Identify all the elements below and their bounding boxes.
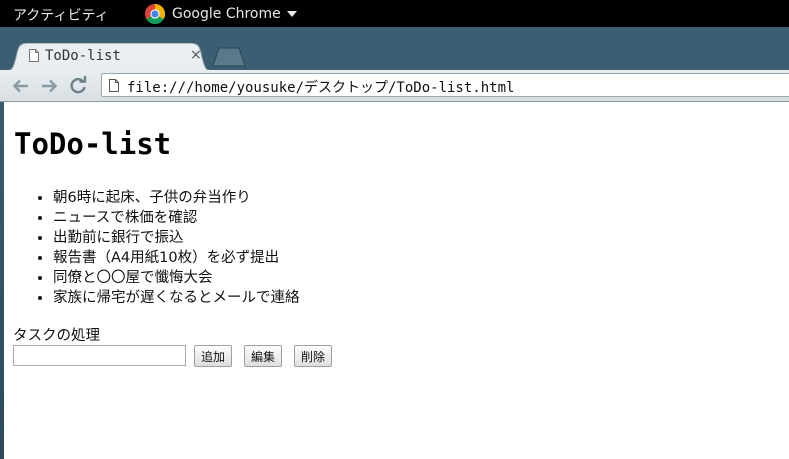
app-name: Google Chrome — [172, 5, 281, 22]
page-icon — [109, 79, 119, 92]
page-title: ToDo-list — [14, 127, 172, 161]
tab-strip: ToDo-list × — [0, 27, 789, 71]
task-input[interactable] — [13, 345, 186, 366]
reload-icon[interactable] — [68, 76, 88, 96]
list-item: 家族に帰宅が遅くなるとメールで連絡 — [53, 288, 300, 308]
todo-list: 朝6時に起床、子供の弁当作り ニュースで株価を確認 出勤前に銀行で振込 報告書（… — [14, 188, 300, 308]
edit-button[interactable]: 編集 — [244, 345, 283, 367]
list-item: 朝6時に起床、子供の弁当作り — [53, 188, 300, 208]
tab-title: ToDo-list — [45, 48, 121, 64]
delete-button[interactable]: 削除 — [294, 345, 333, 367]
url-text: file:///home/yousuke/デスクトップ/ToDo-list.ht… — [127, 80, 515, 96]
new-tab-button[interactable] — [212, 47, 246, 67]
list-item: 同僚と〇〇屋で懺悔大会 — [53, 268, 300, 288]
desktop-top-bar: アクティビティ Google Chrome — [0, 0, 789, 27]
task-form-label: タスクの処理 — [13, 328, 100, 344]
back-arrow-icon[interactable] — [11, 76, 31, 96]
address-bar[interactable]: file:///home/yousuke/デスクトップ/ToDo-list.ht… — [101, 73, 789, 97]
chrome-logo-icon — [145, 3, 165, 24]
forward-arrow-icon[interactable] — [39, 76, 59, 96]
list-item: 出勤前に銀行で振込 — [53, 228, 300, 248]
add-button[interactable]: 追加 — [194, 345, 233, 367]
list-item: ニュースで株価を確認 — [53, 208, 300, 228]
tab-todo-list[interactable]: ToDo-list × — [4, 43, 214, 71]
page-content: ToDo-list 朝6時に起床、子供の弁当作り ニュースで株価を確認 出勤前に… — [4, 102, 789, 459]
app-menu-arrow-icon — [286, 10, 297, 17]
activities-button[interactable]: アクティビティ — [13, 5, 109, 25]
app-menu[interactable]: Google Chrome — [145, 3, 297, 24]
browser-toolbar: file:///home/yousuke/デスクトップ/ToDo-list.ht… — [0, 70, 789, 102]
page-icon — [29, 49, 39, 62]
list-item: 報告書（A4用紙10枚）を必ず提出 — [53, 248, 300, 268]
close-icon[interactable]: × — [190, 47, 202, 63]
